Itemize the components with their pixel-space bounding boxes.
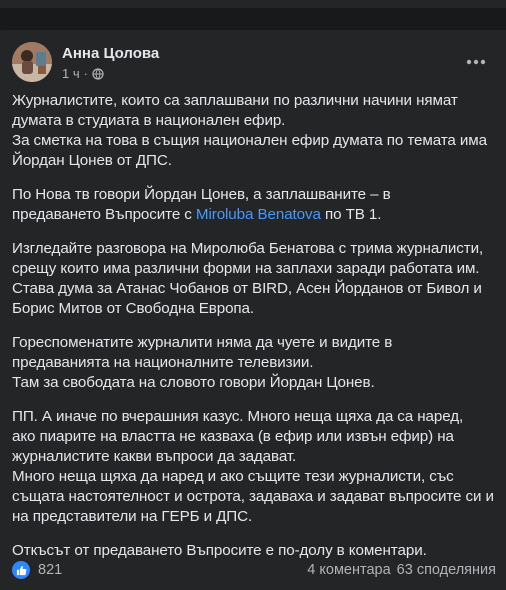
- comments-count[interactable]: 4 коментара: [307, 562, 390, 578]
- like-icon[interactable]: [12, 561, 30, 579]
- text-line: Йордан Цонев от ДПС.: [12, 152, 172, 169]
- text-line: ако пиарите на властта не казваха (в ефи…: [12, 428, 454, 445]
- text-line: Става дума за Атанас Чобанов от BIRD, Ас…: [12, 280, 482, 297]
- text-line: на представители на ГЕРБ и ДПС.: [12, 508, 253, 525]
- post-meta: 1 ч ·: [62, 66, 104, 81]
- reaction-count[interactable]: 821: [38, 562, 62, 578]
- paragraph-6: Откъсът от предаването Въпросите е по-до…: [12, 541, 502, 561]
- paragraph-4: Гореспоменатите журналити няма да чуете …: [12, 333, 502, 393]
- post-footer: 821 4 коментара 63 споделяния: [12, 559, 496, 581]
- top-strip: [0, 0, 506, 30]
- text-line: предаванията на националните телевизии.: [12, 354, 314, 371]
- globe-icon[interactable]: [92, 67, 104, 80]
- post-header: Анна Цолова 1 ч ·: [12, 42, 494, 86]
- text-line: Гореспоменатите журналити няма да чуете …: [12, 334, 393, 351]
- more-options-icon: [466, 59, 486, 65]
- previous-card-edge: [0, 0, 506, 8]
- mention-link[interactable]: Miroluba Benatova: [196, 206, 321, 223]
- text-line: Откъсът от предаването Въпросите е по-до…: [12, 542, 427, 559]
- text-fragment: по ТВ 1.: [320, 206, 382, 223]
- text-line: Изгледайте разговора на Миролюба Бенатов…: [12, 240, 484, 257]
- text-line: Много неща щяха да наред и ако същите те…: [12, 468, 454, 485]
- paragraph-1: Журналистите, които са заплашвани по раз…: [12, 91, 502, 171]
- text-line: За сметка на това в същия национален ефи…: [12, 132, 487, 149]
- author-name[interactable]: Анна Цолова: [62, 45, 159, 62]
- text-fragment: предаването Въпросите с: [12, 206, 196, 223]
- text-line: Там за свободата на словото говори Йорда…: [12, 374, 375, 391]
- shares-count[interactable]: 63 споделяния: [397, 562, 496, 578]
- paragraph-3: Изгледайте разговора на Миролюба Бенатов…: [12, 239, 502, 319]
- meta-separator: ·: [83, 66, 88, 81]
- text-line: ПП. А иначе по вчерашния казус. Много не…: [12, 408, 464, 425]
- text-line: Журналистите, които са заплашвани по раз…: [12, 92, 458, 109]
- post-text: Журналистите, които са заплашвани по раз…: [12, 91, 502, 575]
- avatar[interactable]: [12, 42, 52, 82]
- paragraph-5: ПП. А иначе по вчерашния казус. Много не…: [12, 407, 502, 527]
- text-line: думата в студиата в национален ефир.: [12, 112, 286, 129]
- text-line-with-mention: предаването Въпросите с Miroluba Benatov…: [12, 205, 502, 225]
- post-card: Анна Цолова 1 ч · Журналистите, които са…: [0, 30, 506, 590]
- text-line: журналистите какви въпроси да задават.: [12, 448, 297, 465]
- more-options-button[interactable]: [462, 48, 490, 76]
- post-time[interactable]: 1 ч: [62, 66, 80, 81]
- paragraph-2: По Нова тв говори Йордан Цонев, а заплаш…: [12, 185, 502, 225]
- text-line: същата настоятелност и острота, задаваха…: [12, 488, 494, 505]
- text-line: Борис Митов от Свободна Европа.: [12, 300, 255, 317]
- text-line: срещу които има различни форми на заплах…: [12, 260, 480, 277]
- text-line: По Нова тв говори Йордан Цонев, а заплаш…: [12, 186, 391, 203]
